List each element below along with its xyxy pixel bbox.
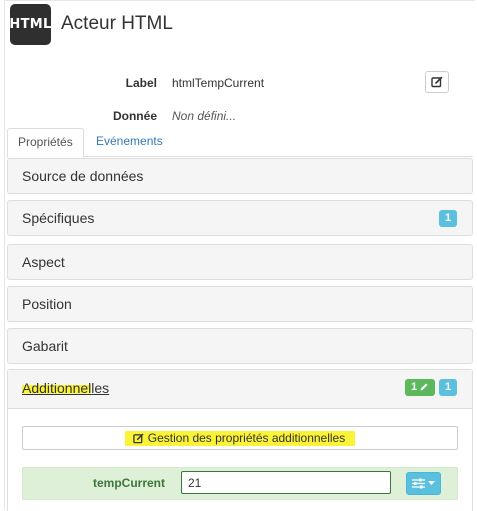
- count-badge: 1: [439, 379, 457, 396]
- count-badge: 1: [439, 210, 457, 227]
- property-name: tempCurrent: [92, 476, 165, 490]
- data-row: Donnée Non défini...: [0, 109, 236, 123]
- data-key: Donnée: [112, 109, 157, 123]
- property-row-tempcurrent: tempCurrent: [22, 467, 458, 500]
- edit-label-button[interactable]: [425, 71, 449, 93]
- panel-label: Position: [22, 296, 72, 312]
- edit-square-icon: [133, 433, 144, 443]
- title-rest: les: [91, 380, 110, 396]
- frame-top-border: [4, 0, 475, 1]
- label-key: Label: [125, 76, 157, 90]
- panel-aspect[interactable]: Aspect: [7, 244, 473, 280]
- property-value-input[interactable]: [181, 471, 391, 494]
- highlighted-title: Additionnel: [22, 380, 92, 396]
- sliders-icon: [412, 478, 425, 489]
- logo-text: HTML: [9, 17, 52, 32]
- additionnelles-header[interactable]: Additionnelles 1 1: [8, 370, 472, 409]
- panel-label: Gabarit: [22, 338, 68, 354]
- manage-button-label: Gestion des propriétés additionnelles: [147, 431, 346, 445]
- edit-square-icon: [431, 76, 443, 88]
- caret-down-icon: [428, 481, 435, 485]
- panel-label: Aspect: [22, 254, 65, 270]
- tab-evenements[interactable]: Evénements: [86, 128, 173, 156]
- manage-additional-properties-button[interactable]: Gestion des propriétés additionnelles: [22, 426, 458, 450]
- panel-position[interactable]: Position: [7, 286, 473, 322]
- badge-count: 1: [410, 381, 418, 393]
- label-row: Label htmlTempCurrent: [0, 76, 264, 90]
- html-logo-icon: HTML: [9, 4, 52, 45]
- edited-count-badge: 1: [405, 379, 435, 396]
- panel-label: Additionnelles: [22, 370, 109, 406]
- panel-source-de-donnees[interactable]: Source de données: [7, 158, 473, 194]
- panel-label: Source de données: [22, 168, 144, 184]
- panel-label: Spécifiques: [22, 210, 95, 226]
- panel-gabarit[interactable]: Gabarit: [7, 328, 473, 364]
- label-value: htmlTempCurrent: [172, 76, 265, 90]
- pencil-icon: [420, 383, 428, 391]
- page-title: Acteur HTML: [61, 12, 173, 34]
- panel-additionnelles: Additionnelles 1 1 Gestion des propriété…: [7, 369, 473, 511]
- manage-button-content: Gestion des propriétés additionnelles: [124, 429, 356, 447]
- panel-specifiques[interactable]: Spécifiques 1: [7, 200, 473, 236]
- tab-bar: Propriétés Evénements: [7, 128, 473, 158]
- data-value[interactable]: Non défini...: [172, 109, 236, 123]
- property-options-button[interactable]: [406, 472, 441, 495]
- tab-proprietes[interactable]: Propriétés: [7, 128, 84, 158]
- actor-header: HTML Acteur HTML: [9, 4, 173, 45]
